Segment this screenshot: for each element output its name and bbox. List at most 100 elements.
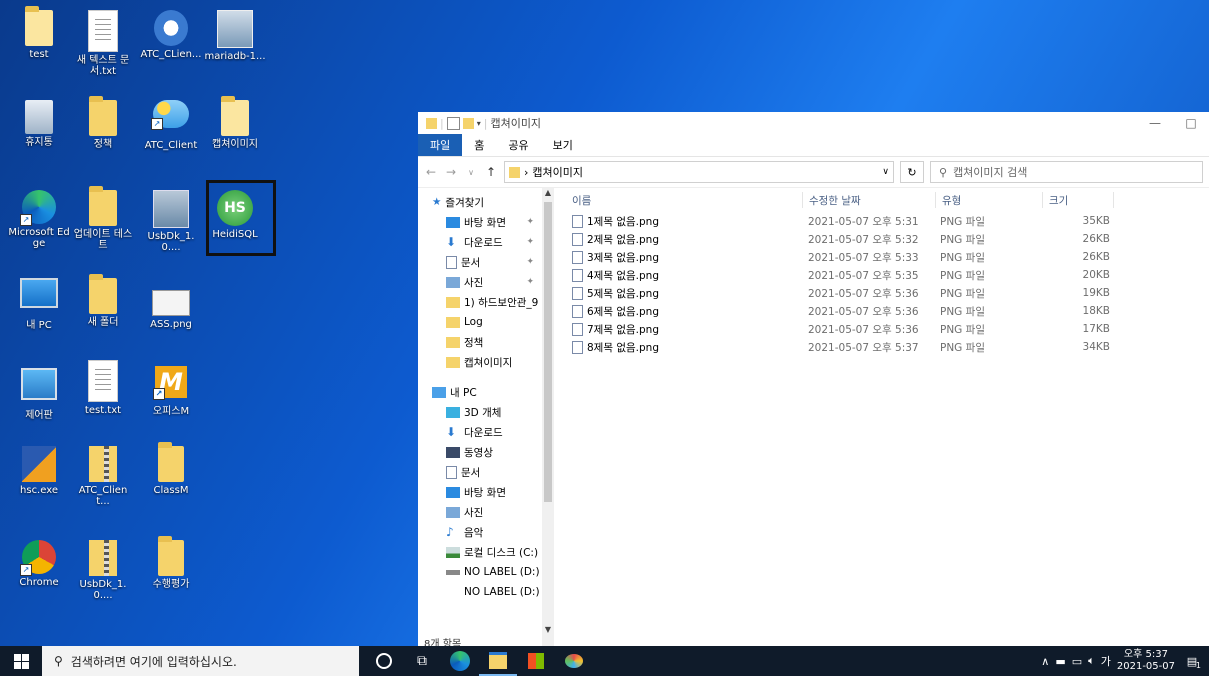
- file-row[interactable]: 2제목 없음.png 2021-05-07 오후 5:32 PNG 파일 26KB: [566, 230, 1209, 248]
- nav-item-pc-downloads[interactable]: ⬇ 다운로드: [418, 422, 542, 442]
- desktop-icon-classm[interactable]: ClassM: [140, 442, 202, 496]
- chevron-down-icon[interactable]: ∨: [882, 167, 889, 177]
- column-header-type[interactable]: 유형: [936, 192, 1043, 208]
- desktop-icon-atc-client-zip[interactable]: ATC_Client...: [72, 446, 134, 507]
- desktop-icon-chrome[interactable]: ↗ Chrome: [8, 540, 70, 588]
- up-arrow-icon[interactable]: ↑: [484, 165, 498, 179]
- minimize-button[interactable]: —: [1137, 116, 1173, 130]
- nav-item-pc-documents[interactable]: 문서: [418, 462, 542, 482]
- start-button[interactable]: [0, 646, 42, 676]
- column-header-name[interactable]: 이름: [566, 192, 803, 208]
- chevron-up-icon[interactable]: ∧: [1041, 655, 1049, 668]
- desktop-icon-recycle-bin[interactable]: 휴지통: [8, 100, 70, 148]
- column-header-date[interactable]: 수정한 날짜: [803, 192, 936, 208]
- desktop-icon-new-folder[interactable]: 새 폴더: [72, 274, 134, 328]
- desktop-icon-usbdk[interactable]: UsbDk_1.0....: [140, 190, 202, 253]
- nav-item-downloads[interactable]: ⬇ 다운로드 ✦: [418, 232, 542, 252]
- file-row[interactable]: 3제목 없음.png 2021-05-07 오후 5:33 PNG 파일 26KB: [566, 248, 1209, 266]
- desktop-icon-usbdk-zip[interactable]: UsbDk_1.0....: [72, 540, 134, 601]
- clock[interactable]: 오후 5:37 2021-05-07: [1117, 649, 1175, 673]
- nav-item-capture-images[interactable]: 캡쳐이미지: [418, 352, 542, 372]
- nav-item-policy[interactable]: 정책: [418, 332, 542, 352]
- file-row[interactable]: 1제목 없음.png 2021-05-07 오후 5:31 PNG 파일 35KB: [566, 212, 1209, 230]
- tab-file[interactable]: 파일: [418, 134, 463, 156]
- nav-item-drive-d-2[interactable]: NO LABEL (D:): [418, 582, 542, 602]
- nav-item-documents[interactable]: 문서 ✦: [418, 252, 542, 272]
- navigation-scrollbar[interactable]: ▲ ▼: [542, 188, 554, 646]
- taskbar-file-explorer-button[interactable]: [479, 646, 517, 676]
- desktop-icon-capture-images[interactable]: 캡쳐이미지: [204, 96, 266, 150]
- device-icon[interactable]: ▬: [1055, 655, 1065, 668]
- scroll-up-icon[interactable]: ▲: [542, 188, 554, 197]
- nav-quick-access[interactable]: ★ 즐겨찾기: [418, 192, 542, 212]
- nav-item-drive-d[interactable]: NO LABEL (D:): [418, 562, 542, 582]
- folder-icon: [158, 442, 184, 482]
- file-row[interactable]: 5제목 없음.png 2021-05-07 오후 5:36 PNG 파일 19KB: [566, 284, 1209, 302]
- desktop-icon-atc-client[interactable]: ↗ ATC_Client: [140, 100, 202, 151]
- maximize-button[interactable]: □: [1173, 116, 1209, 130]
- desktop-icon-test[interactable]: test: [8, 6, 70, 60]
- nav-item-hardsecurity[interactable]: 1) 하드보안관_9: [418, 292, 542, 312]
- nav-this-pc[interactable]: 내 PC: [418, 382, 542, 402]
- speaker-icon[interactable]: 🔈︎: [1088, 654, 1095, 668]
- desktop-icon-mariadb[interactable]: mariadb-1...: [204, 10, 266, 62]
- task-view-button[interactable]: ⧉: [403, 646, 441, 676]
- title-bar[interactable]: | ▾ | 캡쳐이미지 — □: [418, 112, 1209, 134]
- back-arrow-icon[interactable]: ←: [424, 165, 438, 179]
- nav-item-music[interactable]: ♪ 음악: [418, 522, 542, 542]
- notification-center-button[interactable]: ▤ 1: [1181, 655, 1203, 670]
- chevron-down-icon[interactable]: ∨: [464, 168, 478, 177]
- desktop-icon-policy[interactable]: 정책: [72, 96, 134, 150]
- scroll-down-icon[interactable]: ▼: [542, 625, 554, 634]
- breadcrumb[interactable]: 캡쳐이미지: [532, 164, 583, 180]
- desktop-icon-new-text-doc[interactable]: 새 텍스트 문서.txt: [72, 10, 134, 77]
- taskbar-search-box[interactable]: ⚲ 검색하려면 여기에 입력하십시오.: [42, 646, 359, 676]
- address-bar[interactable]: › 캡쳐이미지 ∨: [504, 161, 894, 183]
- nav-item-log[interactable]: Log: [418, 312, 542, 332]
- tab-view[interactable]: 보기: [541, 134, 585, 156]
- nav-item-pictures[interactable]: 사진 ✦: [418, 272, 542, 292]
- search-box[interactable]: ⚲ 캡쳐이미지 검색: [930, 161, 1203, 183]
- cloud-sun-icon: ↗: [151, 100, 189, 130]
- refresh-button[interactable]: ↻: [900, 161, 924, 183]
- cube-icon: [446, 406, 460, 418]
- tab-home[interactable]: 홈: [462, 134, 496, 156]
- ime-indicator[interactable]: 가: [1101, 653, 1111, 669]
- file-row[interactable]: 7제목 없음.png 2021-05-07 오후 5:36 PNG 파일 17KB: [566, 320, 1209, 338]
- nav-item-pc-desktop[interactable]: 바탕 화면: [418, 482, 542, 502]
- properties-icon[interactable]: [446, 116, 460, 130]
- column-header-size[interactable]: 크기: [1043, 192, 1114, 208]
- network-icon[interactable]: ▭: [1072, 655, 1082, 668]
- folder-icon: [89, 96, 117, 136]
- desktop-icon-performance-eval[interactable]: 수행평가: [140, 536, 202, 590]
- taskbar-edge-button[interactable]: [441, 646, 479, 676]
- recycle-bin-icon: [25, 100, 53, 134]
- file-row[interactable]: 4제목 없음.png 2021-05-07 오후 5:35 PNG 파일 20KB: [566, 266, 1209, 284]
- tab-share[interactable]: 공유: [496, 134, 540, 156]
- file-row[interactable]: 8제목 없음.png 2021-05-07 오후 5:37 PNG 파일 34KB: [566, 338, 1209, 356]
- file-row[interactable]: 6제목 없음.png 2021-05-07 오후 5:36 PNG 파일 18KB: [566, 302, 1209, 320]
- desktop-icon-test-txt[interactable]: test.txt: [72, 360, 134, 416]
- desktop-icon-office-m[interactable]: M ↗ 오피스M: [140, 366, 202, 417]
- scrollbar-thumb[interactable]: [544, 202, 552, 502]
- folder-icon: [158, 536, 184, 576]
- desktop-icon-hsc-exe[interactable]: hsc.exe: [8, 446, 70, 496]
- new-folder-icon[interactable]: [462, 117, 474, 129]
- nav-item-pc-pictures[interactable]: 사진: [418, 502, 542, 522]
- nav-item-local-disk-c[interactable]: 로컬 디스크 (C:): [418, 542, 542, 562]
- nav-item-videos[interactable]: 동영상: [418, 442, 542, 462]
- desktop-icon-this-pc[interactable]: 내 PC: [8, 278, 70, 331]
- taskbar-paint-button[interactable]: [555, 646, 593, 676]
- chevron-down-icon[interactable]: ▾: [477, 119, 481, 128]
- forward-arrow-icon[interactable]: →: [444, 165, 458, 179]
- desktop-icon-edge[interactable]: ↗ Microsoft Edge: [8, 190, 70, 249]
- taskbar-store-button[interactable]: [517, 646, 555, 676]
- desktop-icon-ass-png[interactable]: ASS.png: [140, 290, 202, 330]
- file-date: 2021-05-07 오후 5:31: [808, 215, 919, 228]
- desktop-icon-atc-client-installer[interactable]: ATC_CLien...: [140, 10, 202, 60]
- desktop-icon-control-panel[interactable]: 제어판: [8, 368, 70, 421]
- nav-item-3d-objects[interactable]: 3D 개체: [418, 402, 542, 422]
- cortana-button[interactable]: [365, 646, 403, 676]
- nav-item-desktop[interactable]: 바탕 화면 ✦: [418, 212, 542, 232]
- desktop-icon-update-test[interactable]: 업데이트 테스트: [72, 186, 134, 251]
